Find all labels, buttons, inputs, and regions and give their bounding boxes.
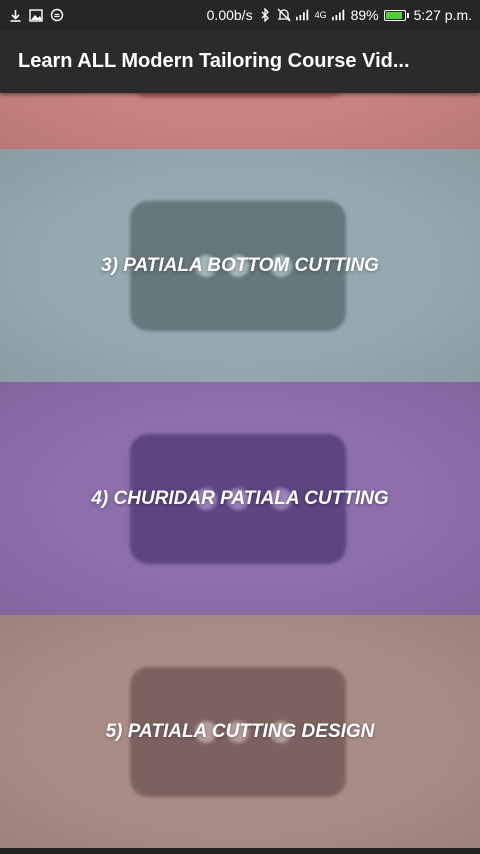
- signal-icon: [295, 8, 310, 22]
- sync-icon: [50, 8, 64, 22]
- app-bar: Learn ALL Modern Tailoring Course Vid...: [0, 30, 480, 93]
- video-title: 4) CHURIDAR PATIALA CUTTING: [91, 487, 389, 509]
- video-card[interactable]: 3) PATIALA BOTTOM CUTTING: [0, 149, 480, 382]
- video-card[interactable]: 4) CHURIDAR PATIALA CUTTING: [0, 382, 480, 615]
- video-card[interactable]: 5) PATIALA CUTTING DESIGN: [0, 615, 480, 848]
- image-icon: [29, 8, 43, 22]
- video-card[interactable]: [0, 93, 480, 149]
- battery-icon: [383, 9, 409, 21]
- video-title: 5) PATIALA CUTTING DESIGN: [105, 720, 375, 742]
- status-bar: 0.00b/s 4G 89% 5:27 p.m.: [0, 0, 480, 30]
- bluetooth-icon: [258, 8, 272, 22]
- battery-fill: [385, 11, 402, 19]
- download-icon: [8, 8, 22, 22]
- signal-icon: [331, 8, 346, 22]
- loading-dots-icon: [0, 93, 480, 149]
- network-speed: 0.00b/s: [206, 7, 253, 23]
- mute-icon: [277, 8, 291, 22]
- video-list[interactable]: 3) PATIALA BOTTOM CUTTING 4) CHURIDAR PAT…: [0, 93, 480, 854]
- network-type: 4G: [314, 10, 327, 20]
- app-title: Learn ALL Modern Tailoring Course Vid...: [18, 50, 410, 72]
- clock: 5:27 p.m.: [413, 7, 472, 23]
- video-title: 3) PATIALA BOTTOM CUTTING: [101, 254, 379, 276]
- battery-percent: 89%: [350, 7, 379, 23]
